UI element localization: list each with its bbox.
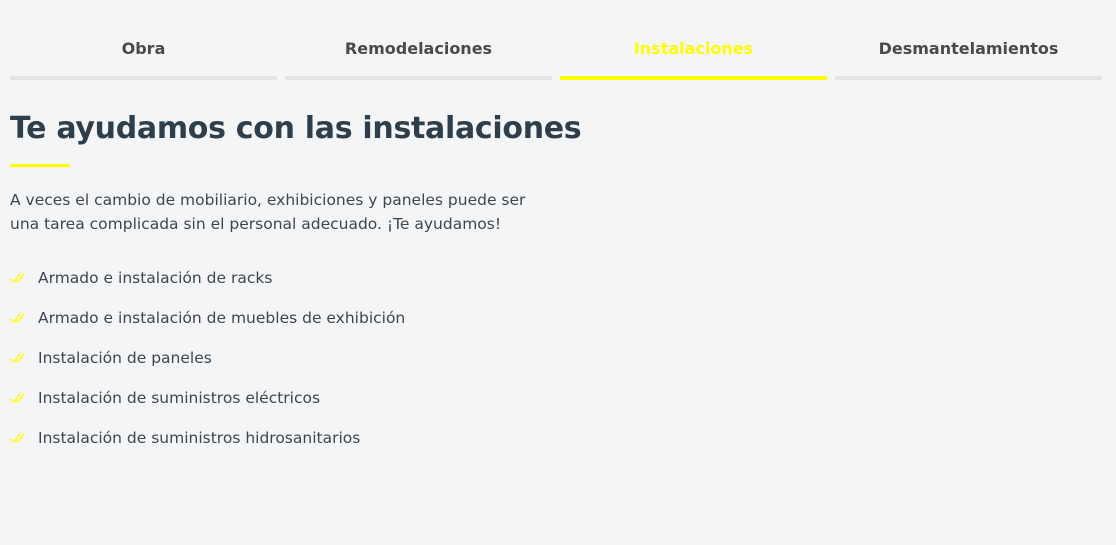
tab-label: Remodelaciones — [344, 39, 493, 58]
section-heading: Te ayudamos con las instalaciones — [10, 111, 582, 146]
intro-paragraph: A veces el cambio de mobiliario, exhibic… — [10, 191, 526, 233]
service-tabs: Obra Remodelaciones Instalaciones Desman… — [10, 0, 1102, 80]
double-check-icon — [10, 273, 25, 283]
double-check-icon — [10, 353, 25, 363]
list-item: Instalación de suministros hidrosanitari… — [10, 426, 405, 466]
feature-text: Armado e instalación de racks — [38, 269, 273, 287]
heading-underline — [10, 164, 70, 167]
feature-list: Armado e instalación de racks Armado e i… — [10, 266, 405, 466]
tab-indicator — [560, 76, 827, 80]
list-item: Instalación de suministros eléctricos — [10, 386, 405, 426]
tab-instalaciones[interactable]: Instalaciones — [560, 0, 827, 80]
double-check-icon — [10, 393, 25, 403]
double-check-icon — [10, 433, 25, 443]
tab-label: Obra — [121, 39, 166, 58]
double-check-icon — [10, 313, 25, 323]
list-item: Instalación de paneles — [10, 346, 405, 386]
tab-desmantelamientos[interactable]: Desmantelamientos — [835, 0, 1102, 80]
tab-obra[interactable]: Obra — [10, 0, 277, 80]
feature-text: Instalación de paneles — [38, 349, 212, 367]
feature-text: Instalación de suministros eléctricos — [38, 389, 321, 407]
tab-label: Desmantelamientos — [878, 39, 1059, 58]
tab-label: Instalaciones — [633, 39, 754, 58]
tab-remodelaciones[interactable]: Remodelaciones — [285, 0, 552, 80]
list-item: Armado e instalación de racks — [10, 266, 405, 306]
list-item: Armado e instalación de muebles de exhib… — [10, 306, 405, 346]
tab-indicator — [10, 76, 277, 80]
tab-indicator — [285, 76, 552, 80]
feature-text: Armado e instalación de muebles de exhib… — [38, 309, 406, 327]
feature-text: Instalación de suministros hidrosanitari… — [38, 429, 361, 447]
tab-indicator — [835, 76, 1102, 80]
